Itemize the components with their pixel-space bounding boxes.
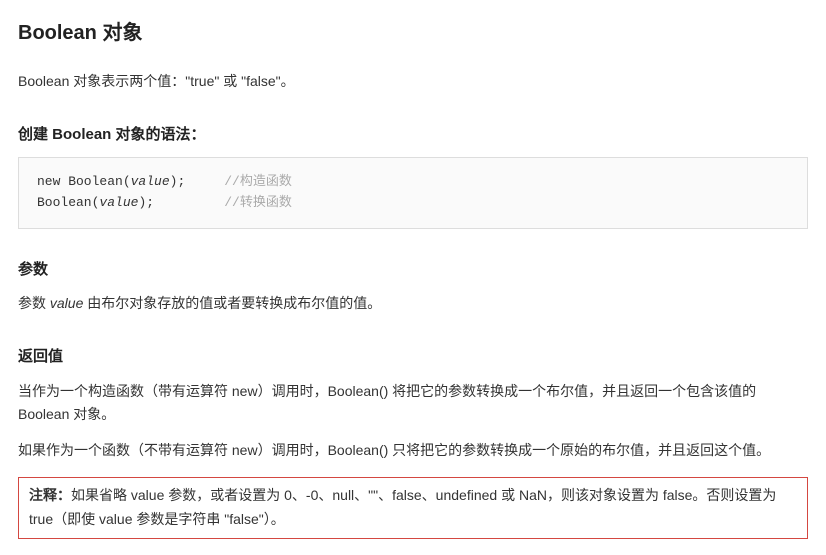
note-paragraph: 注释：如果省略 value 参数，或者设置为 0、-0、null、""、fals…	[29, 484, 797, 532]
code-line-2: Boolean(value); //转换函数	[37, 193, 789, 214]
page-title: Boolean 对象	[18, 16, 808, 50]
code-line-1: new Boolean(value); //构造函数	[37, 172, 789, 193]
params-heading: 参数	[18, 257, 808, 283]
intro-paragraph: Boolean 对象表示两个值："true" 或 "false"。	[18, 70, 808, 94]
return-paragraph-1: 当作为一个构造函数（带有运算符 new）调用时，Boolean() 将把它的参数…	[18, 380, 808, 428]
params-paragraph: 参数 value 由布尔对象存放的值或者要转换成布尔值的值。	[18, 292, 808, 316]
note-label: 注释：	[29, 487, 71, 503]
code-comment-1: //构造函数	[224, 174, 292, 189]
return-paragraph-2: 如果作为一个函数（不带有运算符 new）调用时，Boolean() 只将把它的参…	[18, 439, 808, 463]
syntax-heading: 创建 Boolean 对象的语法：	[18, 122, 808, 148]
return-heading: 返回值	[18, 344, 808, 370]
note-box: 注释：如果省略 value 参数，或者设置为 0、-0、null、""、fals…	[18, 477, 808, 539]
code-block: new Boolean(value); //构造函数 Boolean(value…	[18, 157, 808, 229]
note-text: 如果省略 value 参数，或者设置为 0、-0、null、""、false、u…	[29, 487, 776, 527]
code-comment-2: //转换函数	[224, 195, 292, 210]
